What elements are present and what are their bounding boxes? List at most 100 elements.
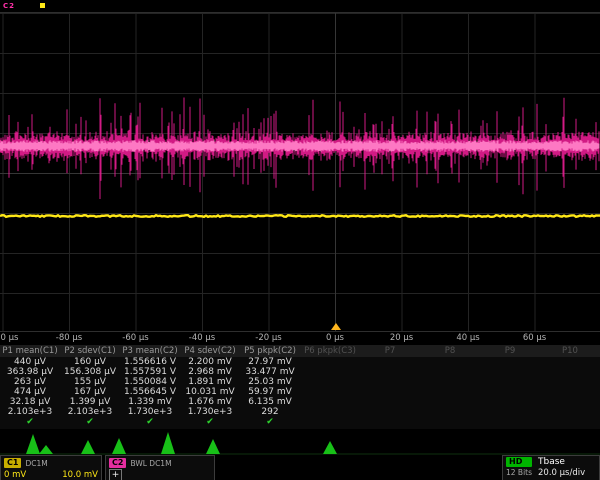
hd-badge: HD bbox=[506, 457, 532, 467]
measure-status-check bbox=[300, 417, 360, 429]
histicon-peak bbox=[26, 434, 40, 454]
time-axis-label: 60 µs bbox=[523, 333, 546, 343]
measure-value bbox=[300, 377, 360, 387]
histicon-peak bbox=[206, 439, 220, 454]
measure-value bbox=[540, 367, 600, 377]
measurement-table: P1 mean(C1)P2 sdev(C1)P3 mean(C2)P4 sdev… bbox=[0, 345, 600, 429]
measure-value: 6.135 mV bbox=[240, 397, 300, 407]
measure-value bbox=[360, 407, 420, 417]
c2-coupling: BWL DC1M bbox=[130, 459, 171, 468]
time-axis-label: -80 µs bbox=[56, 333, 82, 343]
measure-value: 10.031 mV bbox=[180, 387, 240, 397]
measure-status-check: ✔ bbox=[240, 417, 300, 429]
measure-col-header[interactable]: P2 sdev(C1) bbox=[60, 345, 120, 357]
histicon-peak bbox=[39, 445, 53, 454]
time-axis-label: 40 µs bbox=[456, 333, 479, 343]
top-bar: C2 bbox=[0, 0, 600, 12]
measure-value bbox=[360, 387, 420, 397]
measure-value: 1.730e+3 bbox=[120, 407, 180, 417]
trace-label-c2: C2 bbox=[3, 2, 15, 10]
measure-value bbox=[540, 357, 600, 367]
measure-value bbox=[300, 357, 360, 367]
measure-value: 2.103e+3 bbox=[60, 407, 120, 417]
measure-value bbox=[480, 397, 540, 407]
measure-value bbox=[480, 407, 540, 417]
measure-value: 440 µV bbox=[0, 357, 60, 367]
measure-value: 32.18 µV bbox=[0, 397, 60, 407]
channel-descriptor-c1[interactable]: C1 DC1M 0 mV 10.0 mV bbox=[0, 455, 102, 480]
measure-value bbox=[480, 387, 540, 397]
c1-offset: 0 mV bbox=[4, 470, 26, 480]
measure-value bbox=[360, 357, 420, 367]
measure-value: 292 bbox=[240, 407, 300, 417]
measure-col-header[interactable]: P1 mean(C1) bbox=[0, 345, 60, 357]
measure-value bbox=[300, 367, 360, 377]
measure-value: 474 µV bbox=[0, 387, 60, 397]
measure-status-check bbox=[420, 417, 480, 429]
time-axis-label: 0 µs bbox=[326, 333, 344, 343]
measure-status-check: ✔ bbox=[60, 417, 120, 429]
measure-value: 1.557591 V bbox=[120, 367, 180, 377]
measure-value: 1.730e+3 bbox=[180, 407, 240, 417]
measure-value: 33.477 mV bbox=[240, 367, 300, 377]
measure-value bbox=[300, 407, 360, 417]
measure-value: 1.676 mV bbox=[180, 397, 240, 407]
measure-value bbox=[420, 357, 480, 367]
channel-descriptor-c2[interactable]: C2 BWL DC1M + bbox=[105, 455, 215, 480]
measure-col-header[interactable]: P9 bbox=[480, 345, 540, 357]
tbase-label: Tbase bbox=[538, 457, 585, 467]
measure-value bbox=[420, 387, 480, 397]
measure-value: 1.550084 V bbox=[120, 377, 180, 387]
trigger-time-marker[interactable] bbox=[331, 323, 341, 330]
measure-col-header[interactable]: P7 bbox=[360, 345, 420, 357]
c1-vdiv: 10.0 mV bbox=[62, 470, 98, 480]
measure-col-header[interactable]: P5 pkpk(C2) bbox=[240, 345, 300, 357]
c2-chip[interactable]: C2 bbox=[109, 458, 126, 468]
measure-status-check: ✔ bbox=[120, 417, 180, 429]
measure-status-check bbox=[360, 417, 420, 429]
plus-marker[interactable]: + bbox=[109, 469, 122, 480]
measure-value: 25.03 mV bbox=[240, 377, 300, 387]
measure-value: 167 µV bbox=[60, 387, 120, 397]
time-axis-label: 20 µs bbox=[390, 333, 413, 343]
measure-value: 1.891 mV bbox=[180, 377, 240, 387]
time-axis-label: -100 µs bbox=[0, 333, 18, 343]
histicon-peak bbox=[81, 440, 95, 454]
histicon-peak bbox=[112, 438, 126, 454]
measure-value: 155 µV bbox=[60, 377, 120, 387]
measure-value bbox=[480, 367, 540, 377]
trigger-level-marker[interactable] bbox=[40, 3, 45, 8]
measure-value bbox=[480, 357, 540, 367]
measure-value: 1.556616 V bbox=[120, 357, 180, 367]
measure-value: 2.968 mV bbox=[180, 367, 240, 377]
timebase-descriptor[interactable]: HD 12 Bits Tbase 20.0 µs/div bbox=[502, 455, 600, 480]
measurement-histicons bbox=[0, 429, 600, 455]
measure-value bbox=[540, 407, 600, 417]
bottom-bar: C1 DC1M 0 mV 10.0 mV C2 BWL DC1M + HD 12… bbox=[0, 455, 600, 480]
measure-value: 27.97 mV bbox=[240, 357, 300, 367]
waveform-grid bbox=[0, 12, 600, 332]
measure-value bbox=[360, 397, 420, 407]
waveform-display bbox=[0, 13, 600, 331]
measure-value bbox=[420, 377, 480, 387]
measure-col-header[interactable]: P4 sdev(C2) bbox=[180, 345, 240, 357]
measure-col-header[interactable]: P8 bbox=[420, 345, 480, 357]
measure-value: 1.339 mV bbox=[120, 397, 180, 407]
c1-chip[interactable]: C1 bbox=[4, 458, 21, 468]
histicon-peak bbox=[323, 441, 337, 454]
time-axis-label: -60 µs bbox=[122, 333, 148, 343]
measure-col-header[interactable]: P10 bbox=[540, 345, 600, 357]
measure-value bbox=[540, 397, 600, 407]
measure-value bbox=[540, 377, 600, 387]
measure-value bbox=[540, 387, 600, 397]
measure-value bbox=[300, 397, 360, 407]
measure-col-header[interactable]: P6 pkpk(C3) bbox=[300, 345, 360, 357]
measure-status-check: ✔ bbox=[0, 417, 60, 429]
oscilloscope-screen: C2 -100 µs-80 µs-60 µs-40 µs-20 µs0 µs20… bbox=[0, 0, 600, 480]
measure-status-check: ✔ bbox=[180, 417, 240, 429]
measure-value: 156.308 µV bbox=[60, 367, 120, 377]
time-axis: -100 µs-80 µs-60 µs-40 µs-20 µs0 µs20 µs… bbox=[0, 332, 600, 345]
resolution-bits: 12 Bits bbox=[506, 468, 532, 477]
measure-col-header[interactable]: P3 mean(C2) bbox=[120, 345, 180, 357]
measure-value bbox=[420, 397, 480, 407]
